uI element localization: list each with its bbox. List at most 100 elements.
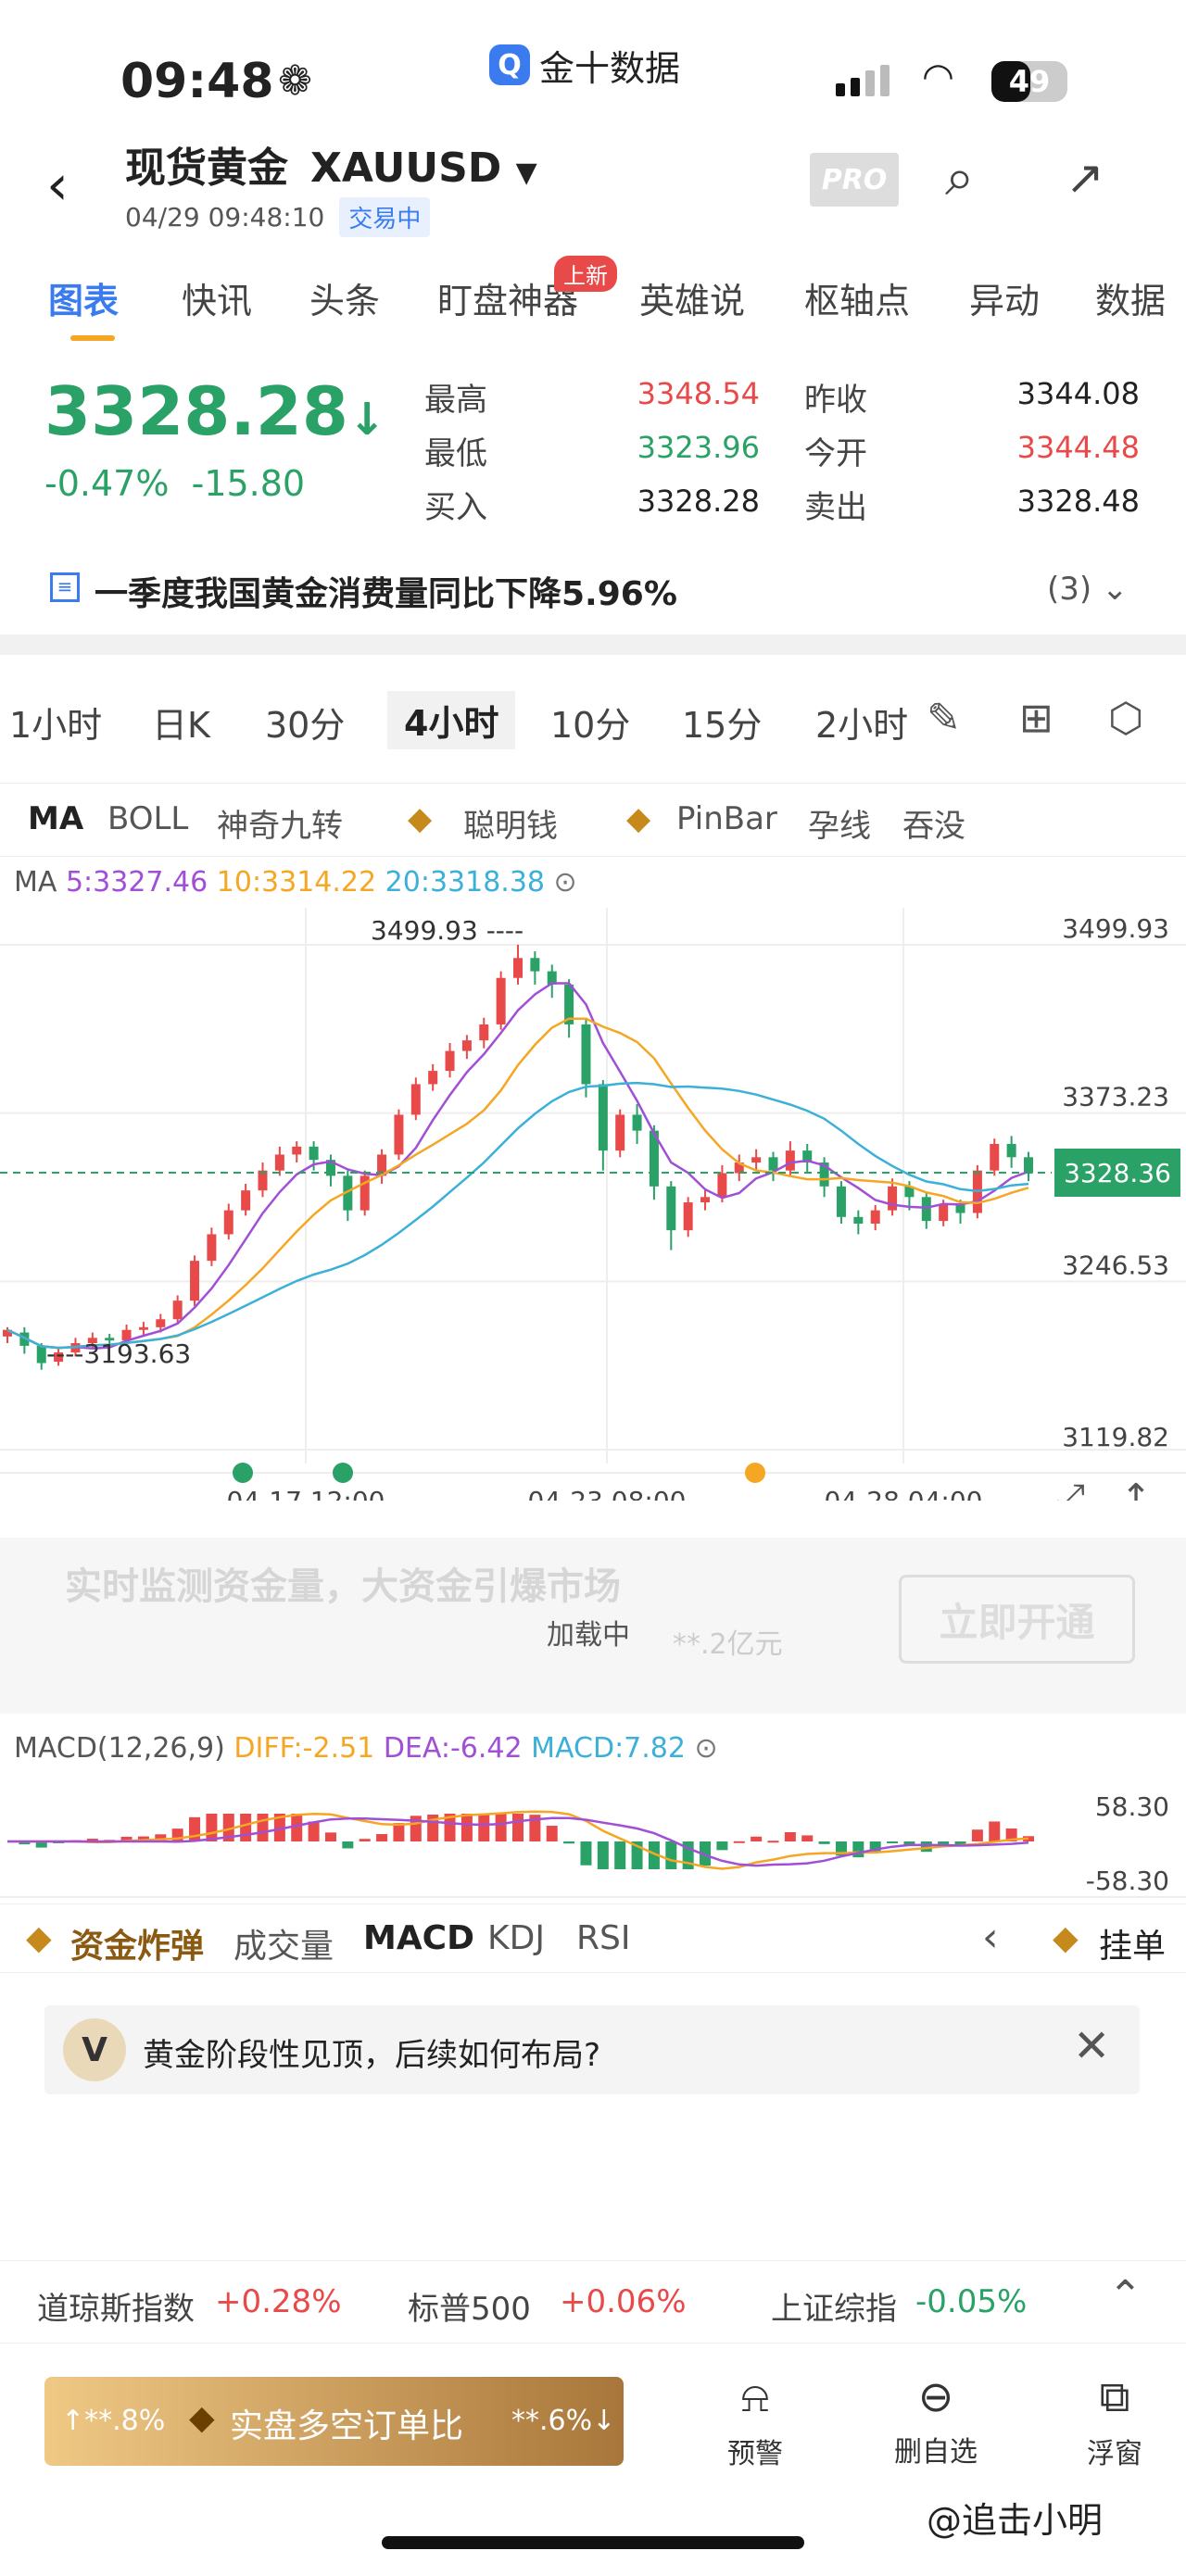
ind-boll[interactable]: BOLL [107, 800, 188, 837]
prev-close-label: 昨收 [804, 382, 867, 419]
tab-macd[interactable]: MACD [363, 1919, 474, 1957]
candle [223, 1210, 233, 1235]
period-4h[interactable]: 4小时 [387, 691, 516, 749]
ind-smart-money[interactable]: 聪明钱 [463, 800, 558, 846]
tab-headlines[interactable]: 头条 [309, 272, 380, 323]
candle [172, 1301, 183, 1320]
macd-bar [461, 1814, 473, 1841]
long-short-ratio-button[interactable]: ↑**.8% ◆ 实盘多空订单比 **.6%↓ [44, 2377, 624, 2466]
close-icon[interactable]: ✕ [1073, 2020, 1110, 2072]
app-logo-icon: Q [489, 44, 530, 85]
chevron-up-icon[interactable]: ⌃ [1108, 2272, 1142, 2319]
macd-bar [580, 1841, 592, 1866]
alert-button[interactable]: ⍾ 预警 [704, 2371, 806, 2471]
high-label: 最高 [424, 382, 487, 419]
candle [241, 1190, 251, 1211]
macd-bar [614, 1841, 626, 1869]
share-icon[interactable]: ↗ [1066, 151, 1104, 205]
period-15m[interactable]: 15分 [682, 697, 762, 748]
index-ticker[interactable]: 道琼斯指数 +0.28% 标普500 +0.06% 上证综指 -0.05% ⌃ [0, 2260, 1186, 2344]
focus-flower-icon: ❁ [278, 57, 312, 105]
candle [768, 1157, 778, 1171]
period-day[interactable]: 日K [152, 697, 210, 748]
tab-orders[interactable]: 挂单 [1099, 1919, 1166, 1967]
period-1h[interactable]: 1小时 [9, 697, 102, 748]
candle [292, 1146, 302, 1155]
back-icon[interactable]: ‹ [46, 153, 69, 218]
candle [717, 1173, 727, 1198]
dropdown-caret-icon[interactable]: ▼ [516, 157, 537, 189]
instrument-code: XAUUSD [310, 145, 502, 192]
candlestick-chart[interactable]: 3499.93 3373.23 3246.53 3119.82 04-17 12:00 0… [0, 908, 1186, 1501]
candle [921, 1197, 931, 1222]
open-label: 今开 [804, 435, 867, 472]
news-text: 一季度我国黄金消费量同比下降5.96% [95, 575, 677, 613]
ask-card[interactable]: V 黄金阶段性见顶，后续如何布局? ✕ [44, 2005, 1140, 2094]
ind-ma[interactable]: MA [28, 800, 83, 837]
candle [581, 1024, 591, 1085]
period-10m[interactable]: 10分 [550, 697, 630, 748]
loading-text: 加载中 [547, 1619, 630, 1652]
ticker-value: -0.05% [915, 2283, 1028, 2320]
remove-watchlist-button[interactable]: ⊖ 删自选 [885, 2371, 987, 2469]
ticker-name: 道琼斯指数 [37, 2291, 195, 2328]
instrument-name: 现货黄金 [125, 145, 288, 192]
search-icon[interactable]: ⌕ [945, 147, 974, 208]
expand-icon: ⤢ [1055, 1476, 1085, 1501]
tab-volume[interactable]: 成交量 [233, 1919, 334, 1967]
low-value: 3323.96 [637, 430, 760, 465]
candle [309, 1146, 319, 1161]
app-badge: Q 金十数据 [489, 37, 680, 93]
candle [666, 1186, 676, 1231]
diamond-icon: ◆ [1053, 1919, 1079, 1957]
ind-engulf[interactable]: 吞没 [902, 800, 965, 846]
tab-pivot[interactable]: 枢轴点 [804, 272, 910, 323]
period-2h[interactable]: 2小时 [815, 697, 908, 748]
news-count[interactable]: (3) ⌄ [1047, 571, 1128, 608]
settings-hex-icon[interactable]: ⬡ [1108, 695, 1143, 742]
ind-harami[interactable]: 孕线 [808, 800, 871, 846]
chevron-left-icon[interactable]: ‹ [982, 1914, 999, 1961]
sub-indicator-tabs: ◆ 资金炸弹 成交量 MACD KDJ RSI ‹ ◆ 挂单 [0, 1904, 1186, 1973]
tab-data[interactable]: 数据 [1095, 272, 1166, 323]
float-window-button[interactable]: ⧉ 浮窗 [1064, 2371, 1166, 2471]
tab-flash[interactable]: 快讯 [182, 272, 252, 323]
tab-rsi[interactable]: RSI [576, 1919, 630, 1957]
diamond-icon: ◆ [26, 1919, 52, 1957]
candle [36, 1345, 46, 1363]
candle [853, 1216, 864, 1224]
layout-grid-icon[interactable]: ⊞ [1019, 695, 1054, 742]
price-change: -0.47% -15.80 [44, 463, 306, 504]
trading-status-badge: 交易中 [339, 197, 431, 237]
macd-bar [801, 1835, 814, 1841]
ind-td9[interactable]: 神奇九转 [217, 800, 343, 846]
home-indicator[interactable] [382, 2536, 804, 2549]
pro-button[interactable]: PRO [810, 153, 899, 207]
tab-kdj[interactable]: KDJ [487, 1919, 545, 1957]
macd-min-label: -58.30 [1086, 1866, 1169, 1896]
down-arrow-icon: ↓ [347, 394, 386, 446]
candle [683, 1202, 693, 1231]
minus-circle-icon: ⊖ [917, 2371, 954, 2421]
macd-bar [512, 1814, 524, 1841]
tab-movement[interactable]: 异动 [969, 272, 1040, 323]
tab-heroes[interactable]: 英雄说 [639, 272, 745, 323]
diamond-icon: ◆ [189, 2399, 215, 2437]
candle [870, 1210, 880, 1224]
macd-bar [189, 1816, 201, 1841]
candle [1006, 1143, 1016, 1158]
long-pct: ↑**.8% [61, 2405, 166, 2437]
candle [751, 1157, 762, 1163]
drawing-tool-icon[interactable]: ✎ [927, 695, 961, 742]
wifi-icon: ◠ [922, 56, 954, 98]
activate-button[interactable]: 立即开通 [899, 1575, 1135, 1664]
tab-fund-bomb[interactable]: 资金炸弹 [70, 1919, 204, 1967]
period-30m[interactable]: 30分 [265, 697, 345, 748]
tab-chart[interactable]: 图表 [48, 272, 119, 323]
news-headline[interactable]: ≡ 一季度我国黄金消费量同比下降5.96% (3) ⌄ [0, 556, 1186, 630]
ind-pinbar[interactable]: PinBar [676, 800, 777, 837]
instrument-title[interactable]: 现货黄金 XAUUSD ▼ [125, 134, 537, 194]
news-icon: ≡ [50, 572, 80, 602]
diamond-icon: ◆ [626, 800, 651, 837]
divider [0, 635, 1186, 655]
